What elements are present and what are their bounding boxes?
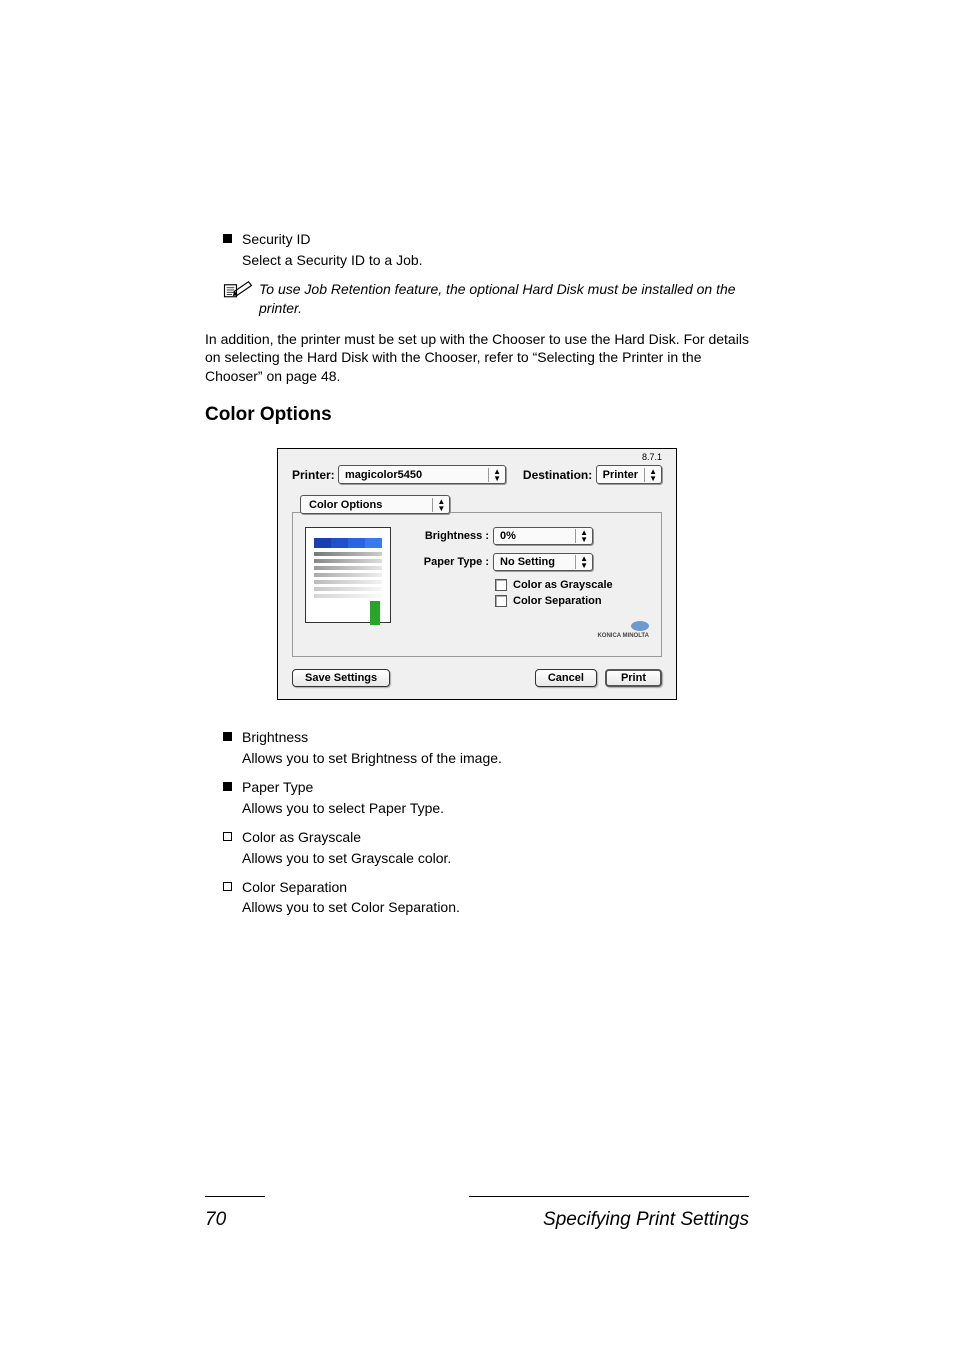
list-item-title: Color as Grayscale [242,828,361,847]
print-button[interactable]: Print [605,669,662,687]
panel-dropdown-value: Color Options [309,499,382,511]
destination-dropdown-value: Printer [603,469,638,481]
brightness-label: Brightness : [407,530,489,542]
print-dialog: 8.7.1 Printer: magicolor5450 ▲▼ Destinat… [277,448,677,700]
colorsep-label: Color Separation [513,595,602,607]
dialog-version: 8.7.1 [642,452,662,462]
list-item-title: Brightness [242,728,308,747]
destination-label: Destination: [523,468,592,482]
list-item-desc: Allows you to set Color Separation. [242,898,749,917]
logo-text: KONICA MINOLTA [597,633,649,639]
page-number: 70 [205,1209,226,1231]
list-item-desc: Allows you to set Brightness of the imag… [242,749,749,768]
dropdown-arrows-icon: ▲▼ [575,555,588,569]
list-item-desc: Allows you to set Grayscale color. [242,849,749,868]
destination-dropdown[interactable]: Printer ▲▼ [596,465,662,484]
list-item-desc: Allows you to select Paper Type. [242,799,749,818]
colorsep-checkbox[interactable] [495,595,507,607]
note-text: To use Job Retention feature, the option… [259,280,749,318]
section-heading: Color Options [205,404,749,426]
cancel-button[interactable]: Cancel [535,669,597,687]
printer-dropdown-value: magicolor5450 [345,469,422,481]
security-id-desc: Select a Security ID to a Job. [242,251,749,270]
list-item-title: Color Separation [242,878,347,897]
footer-rule-left [205,1196,265,1197]
dropdown-arrows-icon: ▲▼ [488,468,501,482]
panel-dropdown[interactable]: Color Options ▲▼ [300,495,450,514]
dropdown-arrows-icon: ▲▼ [644,468,657,482]
papertype-value: No Setting [500,556,555,568]
printer-dropdown[interactable]: magicolor5450 ▲▼ [338,465,506,484]
list-item-title: Paper Type [242,778,313,797]
printer-label: Printer: [292,468,335,482]
bullet-square-hollow-icon [223,832,232,841]
grayscale-label: Color as Grayscale [513,579,613,591]
papertype-dropdown[interactable]: No Setting ▲▼ [493,553,593,571]
footer-title: Specifying Print Settings [543,1209,749,1231]
chooser-paragraph: In addition, the printer must be set up … [205,330,749,387]
options-fieldset: Brightness : 0% ▲▼ Paper Type : No Setti… [292,512,662,657]
preview-thumbnail [305,527,391,623]
bullet-square-icon [223,732,232,741]
footer-rule-right [469,1196,749,1197]
dropdown-arrows-icon: ▲▼ [575,529,588,543]
dropdown-arrows-icon: ▲▼ [432,498,445,512]
security-id-title: Security ID [242,230,310,249]
vendor-logo: KONICA MINOLTA [597,621,649,639]
bullet-square-icon [223,234,232,243]
save-settings-button[interactable]: Save Settings [292,669,390,687]
note-icon [223,280,259,318]
bullet-square-hollow-icon [223,882,232,891]
brightness-dropdown[interactable]: 0% ▲▼ [493,527,593,545]
papertype-label: Paper Type : [407,556,489,568]
bullet-square-icon [223,782,232,791]
grayscale-checkbox[interactable] [495,579,507,591]
brightness-value: 0% [500,530,516,542]
logo-globe-icon [631,621,649,631]
